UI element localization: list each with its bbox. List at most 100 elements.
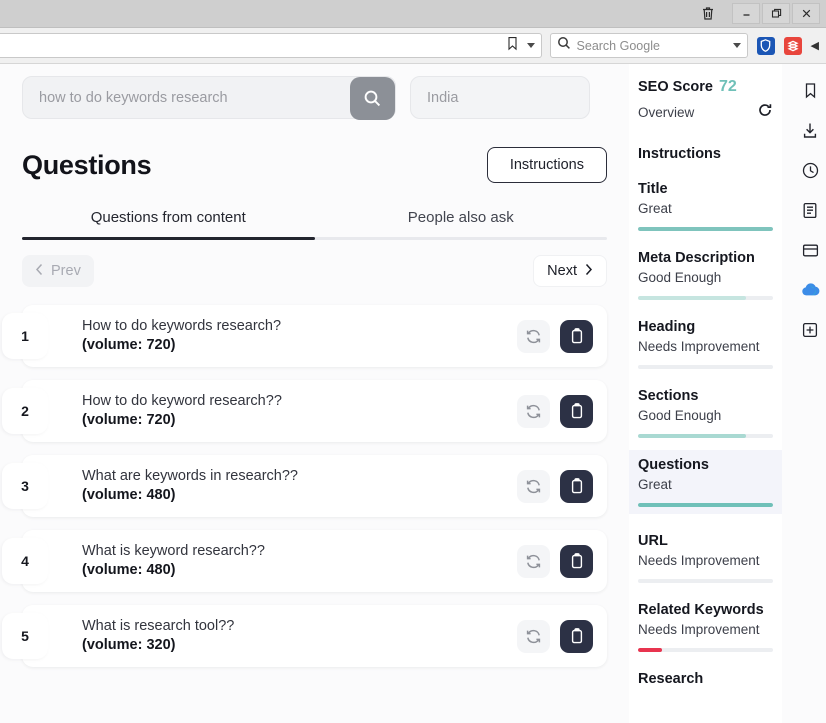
question-volume: (volume: 720) bbox=[82, 412, 176, 428]
question-text: What is keyword research?? (volume: 480) bbox=[82, 542, 517, 581]
seo-item-name: Research bbox=[638, 671, 704, 687]
location-value: India bbox=[427, 89, 459, 106]
bookmark-icon[interactable] bbox=[798, 78, 822, 102]
search-engine-dropdown-icon[interactable] bbox=[732, 43, 741, 48]
next-label: Next bbox=[547, 263, 577, 279]
question-text: What are keywords in research?? (volume: … bbox=[82, 467, 517, 506]
clipboard-icon[interactable] bbox=[560, 394, 593, 428]
pagination: Prev Next bbox=[22, 255, 607, 287]
row-actions bbox=[517, 619, 607, 653]
question-label: How to do keywords research? bbox=[82, 317, 282, 334]
table-row[interactable]: 4 What is keyword research?? (volume: 480) bbox=[2, 530, 607, 592]
seo-overview-label[interactable]: Overview bbox=[638, 105, 694, 120]
seo-item-status: Needs Improvement bbox=[638, 339, 760, 354]
next-button[interactable]: Next bbox=[533, 255, 607, 287]
tab-people-also-ask[interactable]: People also ask bbox=[315, 209, 608, 237]
cloud-drive-icon[interactable] bbox=[798, 278, 822, 302]
instructions-button[interactable]: Instructions bbox=[486, 147, 607, 183]
sidebar-item-heading[interactable]: Heading Needs Improvement bbox=[629, 319, 782, 369]
row-actions bbox=[517, 469, 607, 503]
keyword-search-button[interactable] bbox=[350, 77, 395, 120]
tab-underline bbox=[22, 237, 607, 240]
seo-progress-bar bbox=[638, 434, 773, 438]
sidebar-item-url[interactable]: URL Needs Improvement bbox=[629, 533, 782, 583]
trash-icon[interactable] bbox=[694, 3, 722, 24]
clipboard-icon[interactable] bbox=[560, 619, 593, 653]
red-extension-icon[interactable] bbox=[783, 36, 802, 55]
seo-item-name: Heading bbox=[638, 319, 696, 335]
refresh-circle-icon[interactable] bbox=[757, 102, 773, 123]
question-text: How to do keyword research?? (volume: 720… bbox=[82, 392, 517, 431]
seo-progress-fill bbox=[638, 227, 773, 231]
prev-button[interactable]: Prev bbox=[22, 255, 94, 287]
row-actions bbox=[517, 394, 607, 428]
refresh-icon[interactable] bbox=[517, 394, 550, 428]
history-clock-icon[interactable] bbox=[798, 158, 822, 182]
table-row[interactable]: 3 What are keywords in research?? (volume:… bbox=[2, 455, 607, 517]
browser-toolbar: Search Google ◀ bbox=[0, 28, 826, 64]
sidebar-item-sections[interactable]: Sections Good Enough bbox=[629, 388, 782, 438]
collapse-toolbar-icon[interactable]: ◀ bbox=[811, 39, 819, 52]
search-row: how to do keywords research India bbox=[22, 64, 607, 120]
keyword-input[interactable]: how to do keywords research bbox=[22, 76, 396, 120]
clipboard-icon[interactable] bbox=[560, 319, 593, 353]
seo-progress-fill bbox=[638, 434, 746, 438]
address-bar[interactable] bbox=[0, 33, 542, 58]
clipboard-icon[interactable] bbox=[560, 469, 593, 503]
keyword-value: how to do keywords research bbox=[39, 89, 228, 106]
seo-item-name: Related Keywords bbox=[638, 602, 764, 618]
tab-active-indicator bbox=[22, 237, 315, 240]
table-row[interactable]: 5 What is research tool?? (volume: 320) bbox=[2, 605, 607, 667]
seo-progress-fill bbox=[638, 503, 773, 507]
refresh-icon[interactable] bbox=[517, 619, 550, 653]
tab-questions-from-content[interactable]: Questions from content bbox=[22, 209, 315, 237]
question-number: 5 bbox=[2, 613, 48, 659]
sidebar-item-meta-description[interactable]: Meta Description Good Enough bbox=[629, 250, 782, 300]
address-dropdown-icon[interactable] bbox=[526, 43, 535, 48]
row-actions bbox=[517, 319, 607, 353]
reading-list-icon[interactable] bbox=[798, 198, 822, 222]
questions-list: 1 How to do keywords research? (volume: 72… bbox=[2, 305, 607, 667]
wallet-icon[interactable] bbox=[798, 238, 822, 262]
add-tab-icon[interactable] bbox=[798, 318, 822, 342]
sidebar-item-questions[interactable]: Questions Great bbox=[629, 450, 782, 514]
clipboard-icon[interactable] bbox=[560, 544, 593, 578]
seo-header: SEO Score 72 Overview bbox=[629, 78, 782, 123]
sidebar-item-research[interactable]: Research bbox=[629, 671, 782, 687]
restore-button[interactable] bbox=[762, 3, 790, 24]
seo-progress-fill bbox=[638, 296, 746, 300]
table-row[interactable]: 2 How to do keyword research?? (volume: 72… bbox=[2, 380, 607, 442]
search-input[interactable]: Search Google bbox=[549, 33, 748, 58]
main-column: how to do keywords research India Questi… bbox=[0, 64, 629, 723]
seo-item-status: Needs Improvement bbox=[638, 622, 760, 637]
bookmark-icon[interactable] bbox=[506, 36, 519, 56]
seo-item-name: Sections bbox=[638, 388, 699, 404]
download-icon[interactable] bbox=[798, 118, 822, 142]
table-row[interactable]: 1 How to do keywords research? (volume: 72… bbox=[2, 305, 607, 367]
question-number: 3 bbox=[2, 463, 48, 509]
browser-side-rail bbox=[794, 64, 826, 723]
location-input[interactable]: India bbox=[410, 76, 590, 119]
question-number: 4 bbox=[2, 538, 48, 584]
prev-label: Prev bbox=[51, 263, 81, 279]
search-icon bbox=[557, 36, 571, 55]
shield-extension-icon[interactable] bbox=[756, 36, 775, 55]
seo-item-name: Meta Description bbox=[638, 250, 755, 266]
sidebar-item-related-keywords[interactable]: Related Keywords Needs Improvement bbox=[629, 602, 782, 652]
seo-items: Title Great Meta Description Good Enough Hea… bbox=[629, 181, 782, 687]
seo-item-status: Good Enough bbox=[638, 270, 722, 285]
chevron-left-icon bbox=[35, 263, 44, 280]
seo-item-status: Needs Improvement bbox=[638, 553, 760, 568]
seo-score-value: 72 bbox=[718, 78, 737, 95]
seo-score-label: SEO Score bbox=[638, 79, 713, 95]
sidebar-item-title[interactable]: Title Great bbox=[629, 181, 782, 231]
search-placeholder: Search Google bbox=[576, 38, 660, 53]
close-button[interactable] bbox=[792, 3, 820, 24]
refresh-icon[interactable] bbox=[517, 544, 550, 578]
minimize-button[interactable] bbox=[732, 3, 760, 24]
seo-section-title: Instructions bbox=[638, 146, 721, 162]
page-title: Questions bbox=[22, 149, 152, 180]
question-number: 2 bbox=[2, 388, 48, 434]
refresh-icon[interactable] bbox=[517, 469, 550, 503]
refresh-icon[interactable] bbox=[517, 319, 550, 353]
